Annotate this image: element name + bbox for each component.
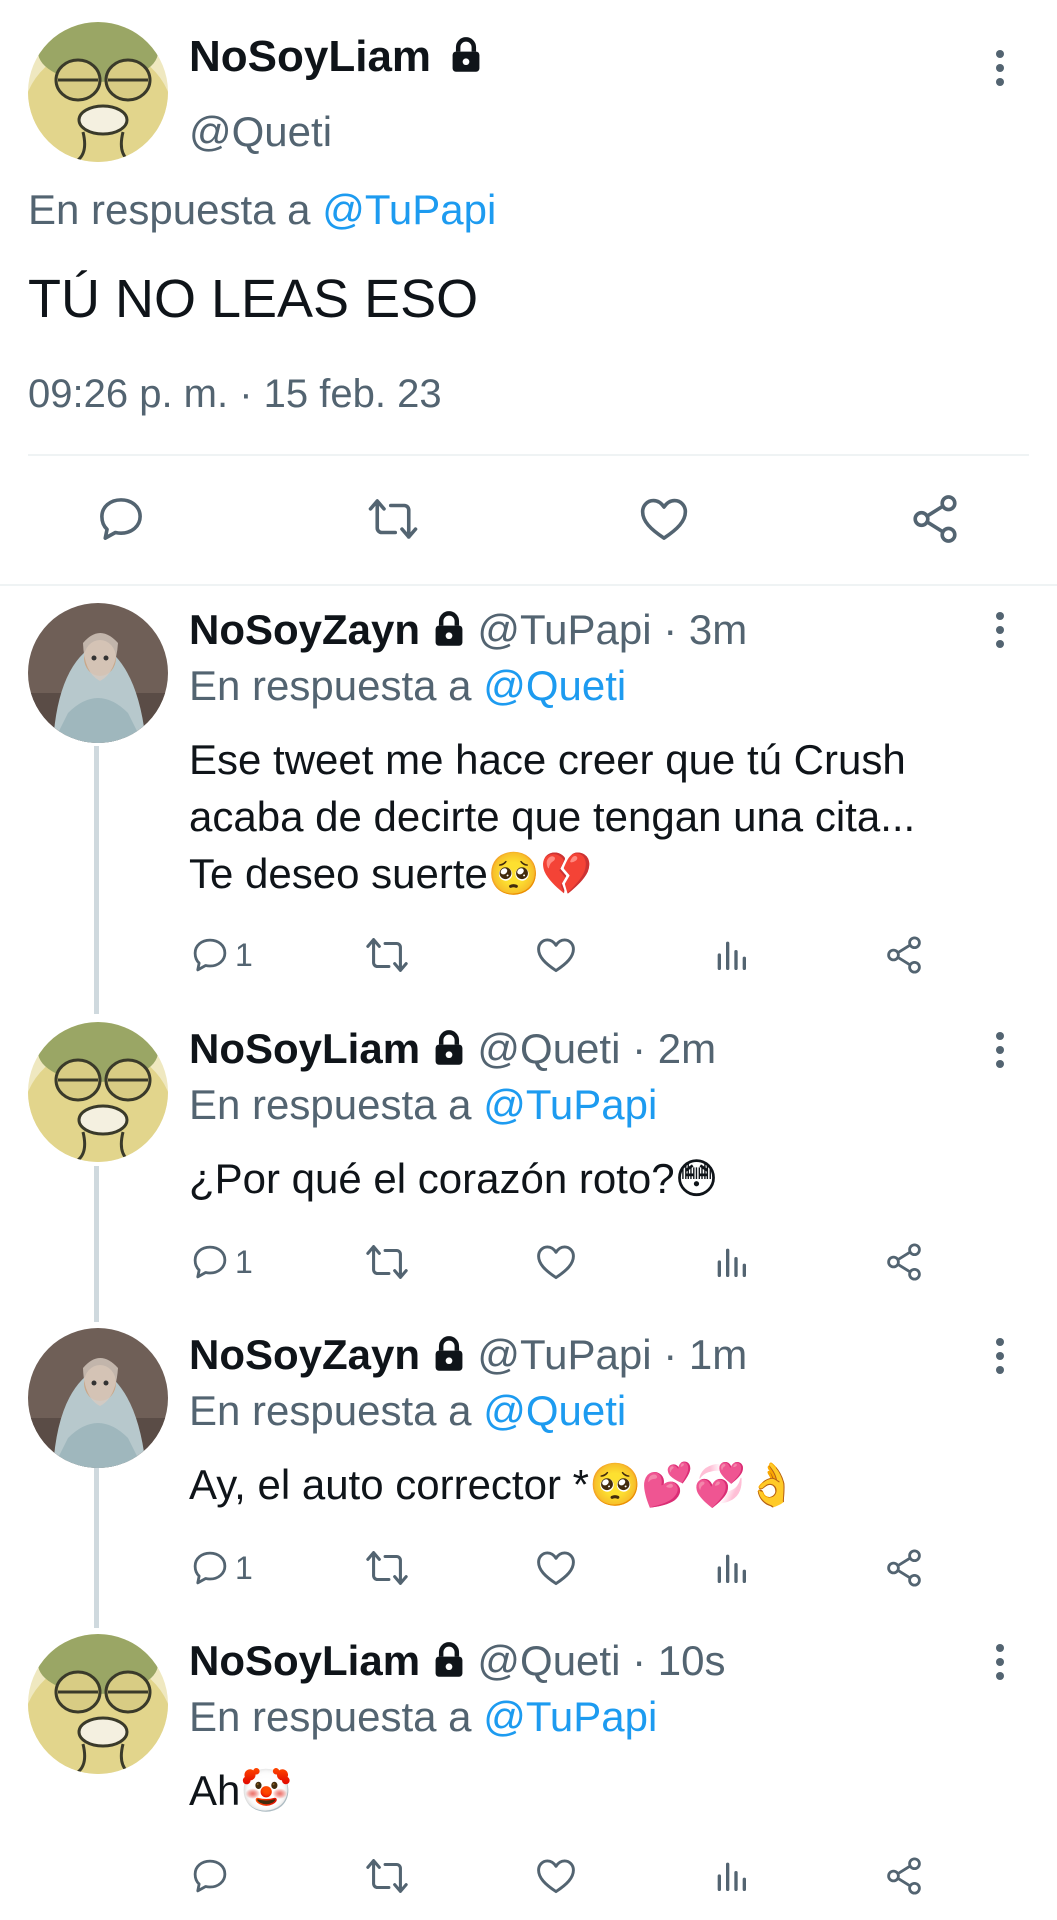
handle[interactable]: @Queti: [477, 1025, 620, 1072]
reply-context: En respuesta a @Queti: [189, 1387, 627, 1434]
reply-actions: [189, 1851, 949, 1901]
reply-icon: [189, 934, 231, 976]
reply-actions: 1: [189, 930, 949, 980]
reply-header: NoSoyZayn @TuPapi · 3m: [189, 606, 747, 654]
thread-line: [94, 1468, 99, 1628]
more-icon[interactable]: [988, 1640, 1012, 1684]
reply-count: 1: [235, 1549, 253, 1586]
retweet-icon[interactable]: [364, 1851, 410, 1901]
reply-time: · 3m: [663, 606, 748, 653]
main-actions: [0, 492, 1057, 552]
reply-time: · 1m: [663, 1331, 748, 1378]
reply-text: ¿Por qué el corazón roto?😳: [189, 1155, 719, 1202]
reply-context: En respuesta a @Queti: [189, 662, 627, 709]
section-separator: [0, 584, 1057, 586]
more-icon[interactable]: [988, 608, 1012, 652]
reply-to-link[interactable]: @Queti: [483, 1387, 626, 1434]
avatar[interactable]: [28, 22, 168, 162]
reply-actions: 1: [189, 1543, 949, 1593]
share-icon[interactable]: [883, 1543, 925, 1593]
lock-icon: [432, 610, 466, 648]
reply-button[interactable]: 1: [189, 1237, 253, 1287]
reply-context: En respuesta a @TuPapi: [189, 1081, 658, 1128]
reply-icon: [189, 1547, 231, 1589]
views-icon[interactable]: [711, 1851, 751, 1901]
lock-icon: [449, 36, 483, 74]
reply-time: · 2m: [632, 1025, 717, 1072]
heart-icon[interactable]: [534, 1543, 578, 1593]
tweet-timestamp[interactable]: 09:26 p. m. · 15 feb. 23: [28, 372, 442, 417]
display-name[interactable]: NoSoyLiam: [189, 1025, 420, 1072]
thread-line: [94, 746, 99, 1014]
reply-button[interactable]: [189, 1851, 235, 1901]
handle[interactable]: @Queti: [189, 108, 332, 156]
lock-icon: [432, 1641, 466, 1679]
views-icon[interactable]: [711, 930, 751, 980]
lock-icon: [432, 1335, 466, 1373]
more-icon[interactable]: [988, 1028, 1012, 1072]
reply-count: 1: [235, 1243, 253, 1280]
retweet-icon[interactable]: [364, 1543, 410, 1593]
display-name[interactable]: NoSoyZayn: [189, 1331, 420, 1378]
reply-header: NoSoyLiam @Queti · 10s: [189, 1637, 725, 1685]
reply-context: En respuesta a @TuPapi: [28, 186, 497, 233]
share-icon[interactable]: [908, 492, 962, 546]
divider: [28, 454, 1029, 456]
main-tweet: NoSoyLiam @Queti En respuesta a @TuPapi …: [0, 0, 1057, 585]
lock-icon: [432, 1029, 466, 1067]
reply-text: Ese tweet me hace creer que tú Crush aca…: [189, 736, 916, 897]
thread-line: [94, 1166, 99, 1322]
reply-icon: [189, 1855, 231, 1897]
reply-time: · 10s: [632, 1637, 726, 1684]
reply-text: Ay, el auto corrector *🥺💕💞👌: [189, 1461, 799, 1508]
display-name[interactable]: NoSoyZayn: [189, 606, 420, 653]
share-icon[interactable]: [883, 930, 925, 980]
avatar[interactable]: [28, 1328, 168, 1468]
avatar[interactable]: [28, 1634, 168, 1774]
share-icon[interactable]: [883, 1237, 925, 1287]
retweet-icon[interactable]: [364, 930, 410, 980]
handle[interactable]: @TuPapi: [477, 1331, 651, 1378]
reply-to-link[interactable]: @Queti: [483, 662, 626, 709]
reply-icon: [189, 1241, 231, 1283]
retweet-icon[interactable]: [364, 492, 422, 546]
reply-count: 1: [235, 936, 253, 973]
views-icon[interactable]: [711, 1237, 751, 1287]
reply-button[interactable]: 1: [189, 1543, 253, 1593]
more-icon[interactable]: [988, 1334, 1012, 1378]
handle[interactable]: @TuPapi: [477, 606, 651, 653]
display-name[interactable]: NoSoyLiam: [189, 32, 483, 82]
avatar[interactable]: [28, 603, 168, 743]
retweet-icon[interactable]: [364, 1237, 410, 1287]
views-icon[interactable]: [711, 1543, 751, 1593]
share-icon[interactable]: [883, 1851, 925, 1901]
tweet-text: TÚ NO LEAS ESO: [28, 269, 479, 329]
reply-to-link[interactable]: @TuPapi: [483, 1693, 657, 1740]
heart-icon[interactable]: [534, 930, 578, 980]
reply-to-link[interactable]: @TuPapi: [483, 1081, 657, 1128]
handle[interactable]: @Queti: [477, 1637, 620, 1684]
heart-icon[interactable]: [534, 1237, 578, 1287]
reply-context: En respuesta a @TuPapi: [189, 1693, 658, 1740]
reply-button[interactable]: 1: [189, 930, 253, 980]
reply-actions: 1: [189, 1237, 949, 1287]
display-name[interactable]: NoSoyLiam: [189, 1637, 420, 1684]
reply-header: NoSoyZayn @TuPapi · 1m: [189, 1331, 747, 1379]
heart-icon[interactable]: [636, 492, 692, 546]
reply-header: NoSoyLiam @Queti · 2m: [189, 1025, 716, 1073]
heart-icon[interactable]: [534, 1851, 578, 1901]
reply-to-link[interactable]: @TuPapi: [322, 186, 496, 233]
reply-text: Ah🤡: [189, 1767, 293, 1814]
more-icon[interactable]: [988, 46, 1012, 90]
reply-icon[interactable]: [94, 492, 148, 546]
avatar[interactable]: [28, 1022, 168, 1162]
